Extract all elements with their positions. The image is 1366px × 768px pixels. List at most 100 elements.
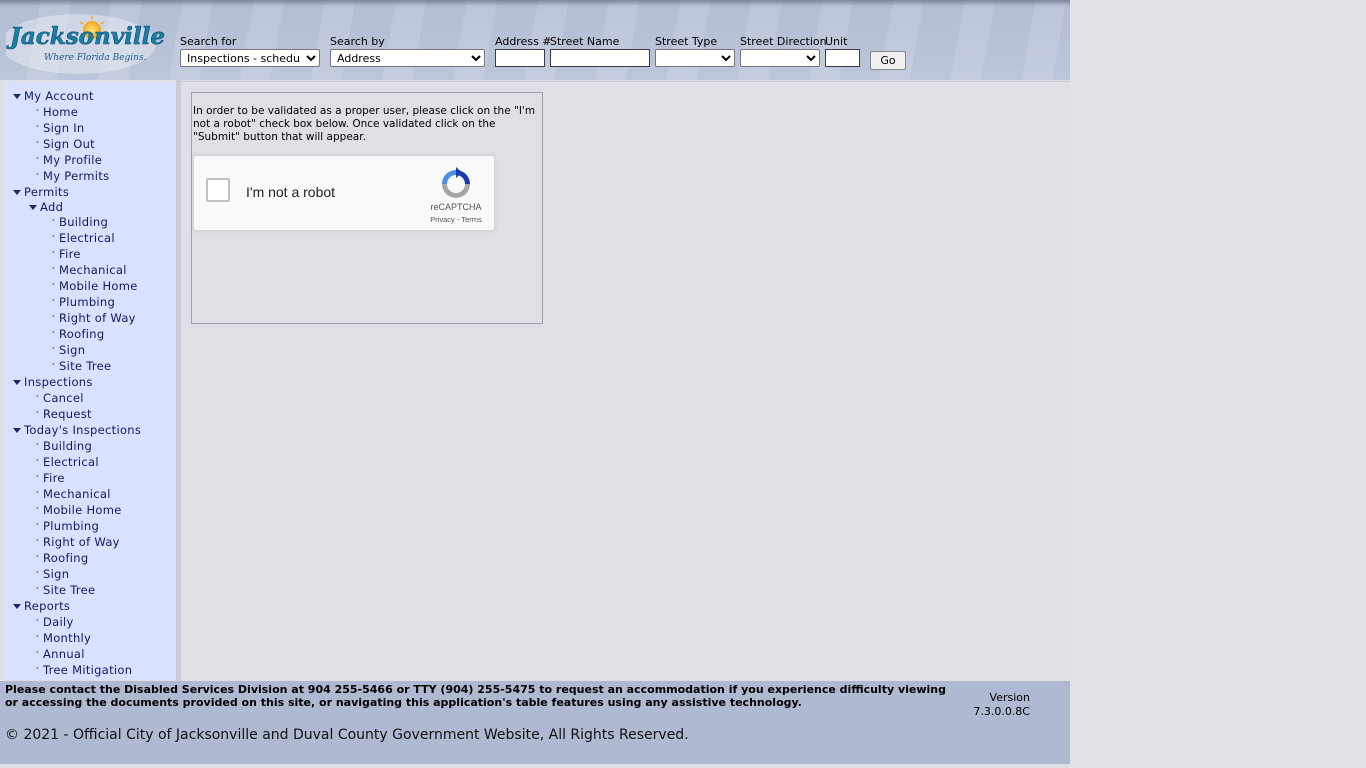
sidebar-link-today-fire[interactable]: Fire	[43, 471, 65, 485]
sidebar-group-todays-inspections[interactable]: Today's Inspections	[5, 422, 176, 438]
logo-name: Jacksonville	[6, 23, 165, 50]
sidebar-link-annual[interactable]: Annual	[43, 647, 85, 661]
recaptcha-label: I'm not a robot	[246, 184, 336, 200]
search-for-select[interactable]: Inspections - scheduled	[180, 49, 320, 67]
bullet-icon: •	[51, 264, 56, 273]
recaptcha-privacy-link[interactable]: Privacy	[430, 215, 455, 224]
sidebar-link-add-mechanical[interactable]: Mechanical	[59, 263, 127, 277]
sidebar-link-inspections[interactable]: Inspections	[24, 375, 93, 389]
sidebar-link-add-mobile-home[interactable]: Mobile Home	[59, 279, 138, 293]
street-type-select[interactable]	[655, 49, 735, 67]
sidebar-link-cancel[interactable]: Cancel	[43, 391, 84, 405]
sidebar-nav: My Account • Home • Sign In • Sign Out • My …	[5, 88, 176, 678]
bullet-icon: •	[35, 440, 40, 449]
sidebar-link-today-mechanical[interactable]: Mechanical	[43, 487, 111, 501]
sidebar-link-todays-inspections[interactable]: Today's Inspections	[24, 423, 141, 437]
sidebar-link-today-right-of-way[interactable]: Right of Way	[43, 535, 120, 549]
sidebar-link-today-mobile-home[interactable]: Mobile Home	[43, 503, 122, 517]
sidebar-group-add[interactable]: Add	[5, 200, 176, 214]
sidebar-link-add[interactable]: Add	[40, 200, 63, 214]
sidebar-link-add-building[interactable]: Building	[59, 215, 108, 229]
sidebar-group-reports[interactable]: Reports	[5, 598, 176, 614]
go-button[interactable]: Go	[870, 51, 906, 70]
sidebar-link-reports[interactable]: Reports	[24, 599, 70, 613]
sidebar-link-today-sign[interactable]: Sign	[43, 567, 69, 581]
bullet-icon: •	[35, 488, 40, 497]
sidebar-group-inspections[interactable]: Inspections	[5, 374, 176, 390]
search-for-label: Search for	[180, 35, 237, 48]
captcha-instructions: In order to be validated as a proper use…	[193, 105, 536, 143]
caret-down-icon	[13, 427, 21, 433]
street-type-label: Street Type	[655, 35, 718, 48]
bullet-icon: •	[35, 504, 40, 513]
bullet-icon: •	[35, 648, 40, 657]
recaptcha-logo-icon	[442, 167, 470, 198]
bullet-icon: •	[35, 568, 40, 577]
logo-tagline: Where Florida Begins.	[44, 53, 147, 63]
sidebar-link-add-electrical[interactable]: Electrical	[59, 231, 115, 245]
street-direction-select[interactable]	[740, 49, 820, 67]
recaptcha-brand: reCAPTCHA	[430, 202, 482, 212]
bullet-icon: •	[35, 106, 40, 115]
sidebar-link-add-sign[interactable]: Sign	[59, 343, 85, 357]
bullet-icon: •	[51, 296, 56, 305]
sidebar-link-add-plumbing[interactable]: Plumbing	[59, 295, 115, 309]
bullet-icon: •	[35, 408, 40, 417]
recaptcha-checkbox[interactable]	[206, 178, 230, 202]
sidebar-link-my-account[interactable]: My Account	[24, 89, 94, 103]
sidebar-link-my-permits[interactable]: My Permits	[43, 169, 109, 183]
sidebar-link-sign-in[interactable]: Sign In	[43, 121, 85, 135]
search-by-field: Search by Address	[330, 35, 485, 67]
bullet-icon: •	[35, 138, 40, 147]
bullet-icon: •	[35, 154, 40, 163]
caret-down-icon	[13, 379, 21, 385]
unit-label: Unit	[825, 35, 848, 48]
sidebar-link-my-profile[interactable]: My Profile	[43, 153, 102, 167]
sidebar-link-monthly[interactable]: Monthly	[43, 631, 91, 645]
sidebar-link-add-fire[interactable]: Fire	[59, 247, 81, 261]
captcha-panel: In order to be validated as a proper use…	[191, 92, 543, 324]
street-name-label: Street Name	[550, 35, 620, 48]
accessibility-notice: Please contact the Disabled Services Div…	[5, 683, 947, 709]
bullet-icon: •	[51, 312, 56, 321]
version-label: Version	[989, 691, 1030, 704]
sidebar-link-today-electrical[interactable]: Electrical	[43, 455, 99, 469]
bullet-icon: •	[51, 232, 56, 241]
sidebar-link-home[interactable]: Home	[43, 105, 78, 119]
sidebar-link-today-roofing[interactable]: Roofing	[43, 551, 88, 565]
sidebar-group-permits[interactable]: Permits	[5, 184, 176, 200]
address-number-label: Address #	[495, 35, 552, 48]
recaptcha-widget: I'm not a robot reCAPTCHA Privacy - Term…	[193, 155, 495, 231]
recaptcha-links: Privacy - Terms	[430, 215, 482, 224]
sidebar-link-permits[interactable]: Permits	[24, 185, 69, 199]
bullet-icon: •	[51, 216, 56, 225]
bullet-icon: •	[35, 664, 40, 673]
sidebar-group-my-account[interactable]: My Account	[5, 88, 176, 104]
copyright: © 2021 - Official City of Jacksonville a…	[5, 727, 689, 743]
sidebar-link-request[interactable]: Request	[43, 407, 92, 421]
sidebar-link-add-roofing[interactable]: Roofing	[59, 327, 104, 341]
sidebar-link-add-right-of-way[interactable]: Right of Way	[59, 311, 136, 325]
footer: Please contact the Disabled Services Div…	[0, 681, 1070, 764]
street-direction-field: Street Direction	[740, 35, 827, 67]
jacksonville-logo[interactable]: Jacksonville Where Florida Begins.	[6, 10, 166, 76]
main-content: In order to be validated as a proper use…	[181, 81, 1069, 682]
unit-input[interactable]	[825, 49, 860, 67]
sidebar-link-sign-out[interactable]: Sign Out	[43, 137, 95, 151]
sidebar-link-today-building[interactable]: Building	[43, 439, 92, 453]
search-for-field: Search for Inspections - scheduled	[180, 35, 320, 67]
sidebar-link-daily[interactable]: Daily	[43, 615, 74, 629]
search-by-select[interactable]: Address	[330, 49, 485, 67]
bullet-icon: •	[35, 552, 40, 561]
address-number-field: Address #	[495, 35, 552, 67]
sidebar-link-today-plumbing[interactable]: Plumbing	[43, 519, 99, 533]
street-name-input[interactable]	[550, 49, 650, 67]
sidebar-link-add-site-tree[interactable]: Site Tree	[59, 359, 111, 373]
recaptcha-terms-link[interactable]: Terms	[461, 215, 481, 224]
street-type-field: Street Type	[655, 35, 735, 67]
sidebar-link-today-site-tree[interactable]: Site Tree	[43, 583, 95, 597]
address-number-input[interactable]	[495, 49, 545, 67]
bullet-icon: •	[35, 472, 40, 481]
caret-down-icon	[13, 189, 21, 195]
sidebar-link-tree-mitigation[interactable]: Tree Mitigation	[43, 663, 132, 677]
